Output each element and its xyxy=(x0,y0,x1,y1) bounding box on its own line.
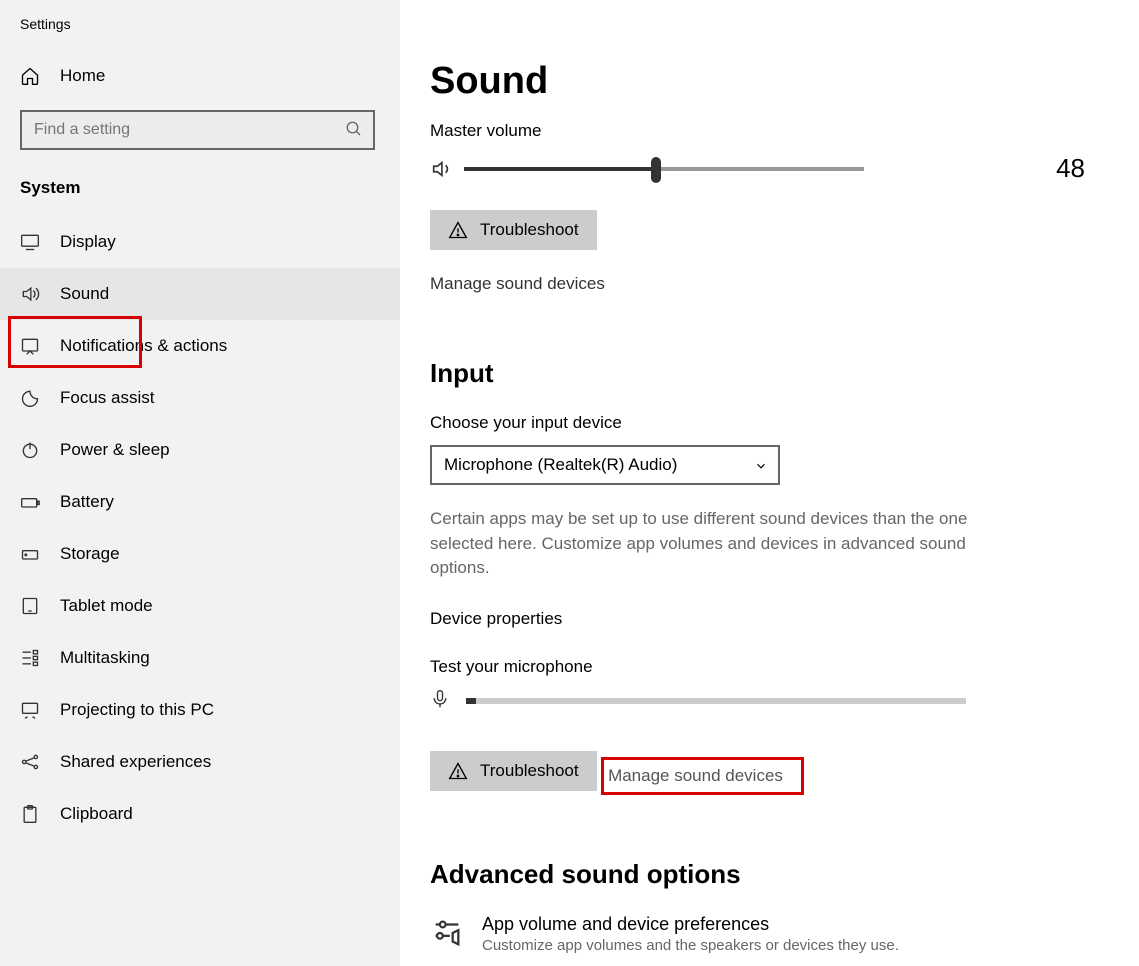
warning-icon xyxy=(448,761,468,781)
tablet-icon xyxy=(20,596,40,616)
sidebar-item-projecting[interactable]: Projecting to this PC xyxy=(0,684,400,736)
battery-icon xyxy=(20,492,40,512)
volume-value: 48 xyxy=(1056,153,1085,184)
app-title: Settings xyxy=(0,12,400,56)
button-label: Troubleshoot xyxy=(480,220,579,240)
sidebar-item-clipboard[interactable]: Clipboard xyxy=(0,788,400,840)
advanced-section-title: Advanced sound options xyxy=(430,859,1117,890)
search-icon xyxy=(345,120,363,138)
sidebar-item-label: Multitasking xyxy=(60,648,150,668)
sidebar-item-label: Notifications & actions xyxy=(60,336,227,356)
troubleshoot-output-button[interactable]: Troubleshoot xyxy=(430,210,597,250)
sidebar-item-battery[interactable]: Battery xyxy=(0,476,400,528)
button-label: Troubleshoot xyxy=(480,761,579,781)
sidebar-item-label: Shared experiences xyxy=(60,752,211,772)
sidebar-item-label: Display xyxy=(60,232,116,252)
microphone-icon xyxy=(430,689,450,713)
sidebar-item-label: Storage xyxy=(60,544,120,564)
sidebar-item-notifications[interactable]: Notifications & actions xyxy=(0,320,400,372)
chevron-down-icon xyxy=(754,459,768,473)
manage-sound-highlight-annotation: Manage sound devices xyxy=(601,757,804,795)
select-value: Microphone (Realtek(R) Audio) xyxy=(444,455,677,475)
display-icon xyxy=(20,232,40,252)
input-device-select[interactable]: Microphone (Realtek(R) Audio) xyxy=(430,445,780,485)
category-label: System xyxy=(0,174,400,216)
warning-icon xyxy=(448,220,468,240)
app-volume-preferences-link[interactable]: App volume and device preferences Custom… xyxy=(430,914,1117,954)
troubleshoot-input-button[interactable]: Troubleshoot xyxy=(430,751,597,791)
sidebar-item-label: Battery xyxy=(60,492,114,512)
projecting-icon xyxy=(20,700,40,720)
manage-sound-devices-link-2[interactable]: Manage sound devices xyxy=(608,766,783,786)
sidebar-item-label: Tablet mode xyxy=(60,596,153,616)
sidebar-item-focus-assist[interactable]: Focus assist xyxy=(0,372,400,424)
master-volume-label: Master volume xyxy=(430,121,1117,141)
sidebar-item-label: Sound xyxy=(60,284,109,304)
sidebar-item-display[interactable]: Display xyxy=(0,216,400,268)
app-volume-title: App volume and device preferences xyxy=(482,914,899,935)
sidebar-item-tablet-mode[interactable]: Tablet mode xyxy=(0,580,400,632)
home-label: Home xyxy=(60,66,105,86)
focus-assist-icon xyxy=(20,388,40,408)
sidebar-item-label: Clipboard xyxy=(60,804,133,824)
sidebar-item-label: Power & sleep xyxy=(60,440,170,460)
app-volume-desc: Customize app volumes and the speakers o… xyxy=(482,937,899,954)
mic-level-bar xyxy=(466,698,966,704)
sidebar-item-sound[interactable]: Sound xyxy=(0,268,400,320)
sidebar-item-multitasking[interactable]: Multitasking xyxy=(0,632,400,684)
sidebar-item-storage[interactable]: Storage xyxy=(0,528,400,580)
multitasking-icon xyxy=(20,648,40,668)
home-icon xyxy=(20,66,40,86)
search-input[interactable] xyxy=(20,110,375,150)
page-title: Sound xyxy=(430,60,1117,103)
notifications-icon xyxy=(20,336,40,356)
shared-icon xyxy=(20,752,40,772)
sidebar-item-label: Focus assist xyxy=(60,388,154,408)
sidebar-item-shared-experiences[interactable]: Shared experiences xyxy=(0,736,400,788)
input-section-title: Input xyxy=(430,358,1117,389)
storage-icon xyxy=(20,544,40,564)
sound-icon xyxy=(20,284,40,304)
test-mic-label: Test your microphone xyxy=(430,657,1117,677)
device-properties-link[interactable]: Device properties xyxy=(430,609,1117,629)
sidebar-item-label: Projecting to this PC xyxy=(60,700,214,720)
clipboard-icon xyxy=(20,804,40,824)
home-link[interactable]: Home xyxy=(0,56,400,96)
input-help-text: Certain apps may be set up to use differ… xyxy=(430,507,990,581)
volume-icon[interactable] xyxy=(430,158,452,180)
power-icon xyxy=(20,440,40,460)
volume-slider[interactable] xyxy=(464,167,864,171)
sidebar-item-power-sleep[interactable]: Power & sleep xyxy=(0,424,400,476)
choose-input-label: Choose your input device xyxy=(430,413,1117,433)
manage-sound-devices-link[interactable]: Manage sound devices xyxy=(430,274,1117,294)
mixer-icon xyxy=(430,916,464,950)
